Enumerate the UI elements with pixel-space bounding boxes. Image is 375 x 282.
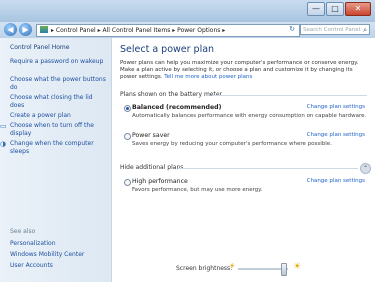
plan-description: Favors performance, but may use more ene… <box>132 187 263 193</box>
page-description: Power plans can help you maximize your c… <box>120 60 370 81</box>
screen-brightness-label: Screen brightness: <box>176 265 233 272</box>
sidebar-item-power-buttons[interactable]: Choose what the power buttons do <box>10 76 106 91</box>
collapse-icon[interactable]: ⌃ <box>360 163 371 174</box>
change-plan-settings-link[interactable]: Change plan settings <box>307 178 365 184</box>
main-content: Select a power plan Power plans can help… <box>112 38 375 282</box>
radio-power-saver[interactable] <box>124 133 131 140</box>
plan-name: High performance <box>132 178 188 185</box>
control-panel-icon <box>40 26 48 33</box>
search-input[interactable]: Search Control Panel ⌕ <box>300 24 370 35</box>
change-plan-settings-link[interactable]: Change plan settings <box>307 132 365 138</box>
forward-button[interactable]: ▶ <box>19 23 32 36</box>
refresh-button[interactable]: ↻ <box>286 24 298 35</box>
close-button[interactable]: ✕ <box>345 2 371 16</box>
plan-description: Automatically balances performance with … <box>132 113 367 119</box>
sidebar-item-computer-sleeps[interactable]: ◑ Change when the computer sleeps <box>0 140 106 155</box>
sidebar-item-create-plan[interactable]: Create a power plan <box>10 112 106 120</box>
sidebar-item-control-panel-home[interactable]: Control Panel Home <box>10 44 106 52</box>
plan-name: Balanced (recommended) <box>132 104 222 111</box>
sidebar-item-closing-lid[interactable]: Choose what closing the lid does <box>10 94 106 109</box>
navigation-bar: ◀ ▶ ▸ Control Panel ▸ All Control Panel … <box>0 22 375 38</box>
sun-bright-icon: ☀ <box>293 262 302 272</box>
sidebar-item-turn-off-display[interactable]: ▭ Choose when to turn off the display <box>0 122 106 137</box>
title-bar: — □ ✕ <box>0 0 375 22</box>
sidebar-item-require-password[interactable]: Require a password on wakeup <box>10 58 106 66</box>
radio-high-performance[interactable] <box>124 179 131 186</box>
sidebar-item-personalization[interactable]: Personalization <box>10 240 106 248</box>
divider <box>212 95 367 96</box>
sidebar-item-label: Choose when to turn off the display <box>10 122 94 137</box>
back-button[interactable]: ◀ <box>4 23 17 36</box>
window-controls: — □ ✕ <box>307 2 371 16</box>
tell-me-more-link[interactable]: Tell me more about power plans <box>164 74 252 80</box>
hide-additional-plans-label[interactable]: Hide additional plans <box>120 164 183 171</box>
sidebar-item-user-accounts[interactable]: User Accounts <box>10 262 106 270</box>
page-title: Select a power plan <box>120 44 215 55</box>
moon-icon: ◑ <box>0 140 7 148</box>
search-icon[interactable]: ⌕ <box>363 25 367 34</box>
search-placeholder: Search Control Panel <box>303 27 361 33</box>
sidebar: Control Panel Home Require a password on… <box>0 38 112 282</box>
see-also-heading: See also <box>10 228 36 235</box>
maximize-button[interactable]: □ <box>326 2 344 16</box>
sidebar-item-label: Change when the computer sleeps <box>10 140 94 155</box>
sun-dim-icon: ☀ <box>229 262 236 270</box>
plan-description: Saves energy by reducing your computer's… <box>132 141 332 147</box>
sidebar-item-mobility-center[interactable]: Windows Mobility Center <box>10 251 106 259</box>
minimize-button[interactable]: — <box>307 2 325 16</box>
radio-balanced[interactable] <box>124 105 131 112</box>
plan-name: Power saver <box>132 132 170 139</box>
address-bar[interactable]: ▸ Control Panel ▸ All Control Panel Item… <box>36 24 300 37</box>
battery-meter-heading: Plans shown on the battery meter <box>120 91 223 98</box>
monitor-icon: ▭ <box>0 122 7 130</box>
change-plan-settings-link[interactable]: Change plan settings <box>307 104 365 110</box>
brightness-slider-thumb[interactable] <box>281 263 287 276</box>
power-options-window: — □ ✕ ◀ ▶ ▸ Control Panel ▸ All Control … <box>0 0 375 282</box>
divider <box>178 168 358 169</box>
breadcrumb[interactable]: ▸ Control Panel ▸ All Control Panel Item… <box>51 27 225 34</box>
